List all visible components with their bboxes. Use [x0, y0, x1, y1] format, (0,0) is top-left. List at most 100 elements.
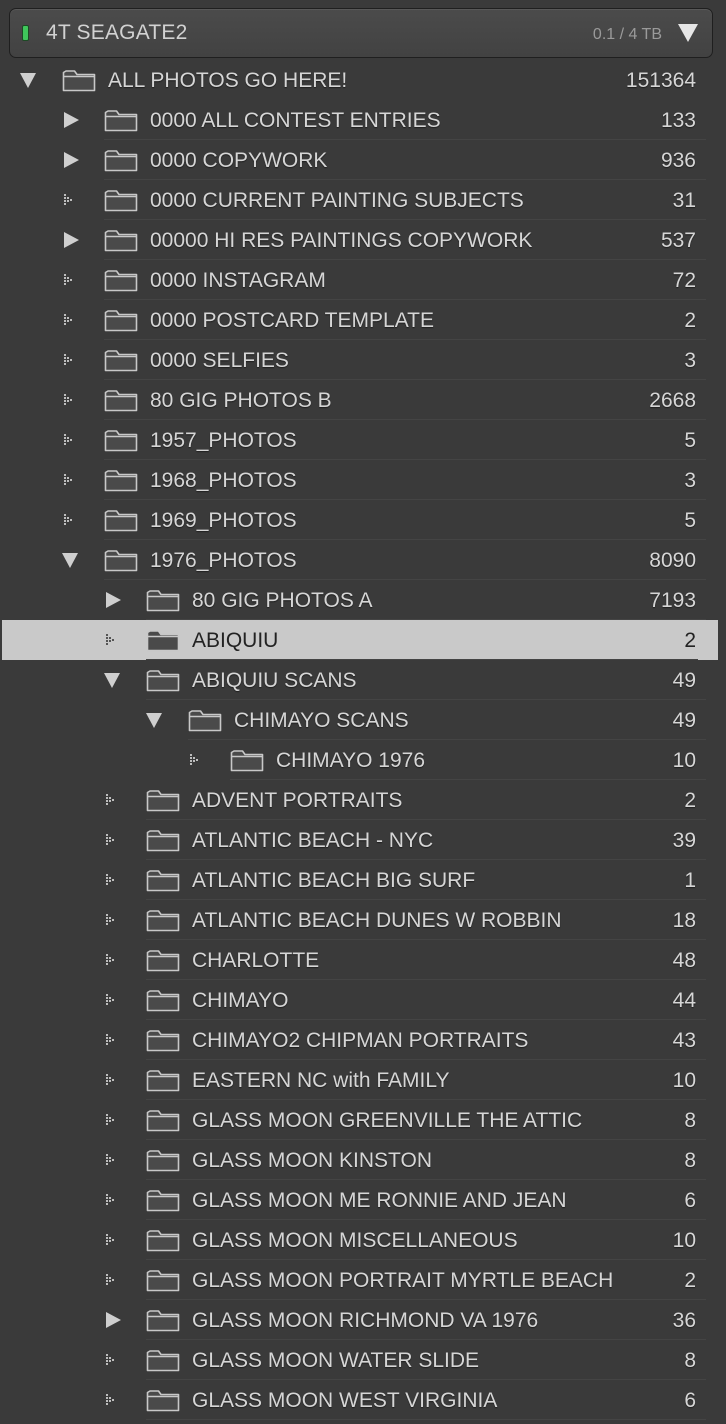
leaf-dots-icon[interactable]: [188, 752, 206, 768]
leaf-dots-icon[interactable]: [62, 312, 80, 328]
folder-row[interactable]: 1976_PHOTOS 8090: [0, 540, 726, 580]
leaf-dots-icon[interactable]: [104, 952, 122, 968]
folder-row[interactable]: GLASS MOON MISCELLANEOUS 10: [0, 1220, 726, 1260]
leaf-dots-icon[interactable]: [104, 1072, 122, 1088]
folder-row[interactable]: EASTERN NC with FAMILY 10: [0, 1060, 726, 1100]
folder-row[interactable]: 80 GIG PHOTOS B 2668: [0, 380, 726, 420]
folder-row[interactable]: 0000 CURRENT PAINTING SUBJECTS 31: [0, 180, 726, 220]
leaf-dots-icon[interactable]: [62, 472, 80, 488]
folder-icon: [146, 948, 180, 972]
folder-icon: [146, 1108, 180, 1132]
folder-icon: [104, 388, 138, 412]
folder-row[interactable]: 0000 POSTCARD TEMPLATE 2: [0, 300, 726, 340]
folder-photo-count: 43: [672, 1029, 696, 1052]
folder-icon: [146, 1268, 180, 1292]
leaf-dots-icon[interactable]: [104, 1272, 122, 1288]
folder-photo-count: 48: [672, 949, 696, 972]
leaf-dots-icon[interactable]: [104, 832, 122, 848]
folder-label: CHIMAYO SCANS: [234, 709, 409, 732]
folder-label: ATLANTIC BEACH DUNES W ROBBIN: [192, 909, 562, 932]
expand-triangle-down-icon[interactable]: [20, 72, 38, 88]
folder-row-selected[interactable]: ABIQUIU 2: [2, 620, 718, 660]
leaf-dots-icon[interactable]: [104, 992, 122, 1008]
folder-row[interactable]: CHIMAYO 1976 10: [0, 740, 726, 780]
folder-row[interactable]: 0000 ALL CONTEST ENTRIES 133: [0, 100, 726, 140]
folder-label: 1976_PHOTOS: [150, 549, 297, 572]
folder-label: ATLANTIC BEACH - NYC: [192, 829, 434, 852]
folder-row[interactable]: GLASS MOON WEST VIRGINIA 6: [0, 1380, 726, 1420]
leaf-dots-icon[interactable]: [104, 912, 122, 928]
folder-label: 0000 COPYWORK: [150, 149, 328, 172]
folder-photo-count: 133: [660, 109, 696, 132]
folder-label: 1969_PHOTOS: [150, 509, 297, 532]
folder-label: ALL PHOTOS GO HERE!: [108, 69, 348, 92]
expand-triangle-down-icon[interactable]: [146, 712, 164, 728]
expand-triangle-down-icon[interactable]: [62, 552, 80, 568]
leaf-dots-icon[interactable]: [104, 1232, 122, 1248]
collapse-triangle-right-icon[interactable]: [104, 1312, 122, 1328]
folder-row[interactable]: 00000 HI RES PAINTINGS COPYWORK 537: [0, 220, 726, 260]
folder-photo-count: 10: [672, 1069, 696, 1092]
leaf-dots-icon[interactable]: [62, 352, 80, 368]
folder-row[interactable]: 1968_PHOTOS 3: [0, 460, 726, 500]
folder-label: CHARLOTTE: [192, 949, 320, 972]
leaf-dots-icon[interactable]: [104, 792, 122, 808]
folder-row[interactable]: ABIQUIU SCANS 49: [0, 660, 726, 700]
folder-row[interactable]: GLASS MOON RICHMOND VA 1976 36: [0, 1300, 726, 1340]
folder-photo-count: 49: [672, 709, 696, 732]
folder-row[interactable]: 1969_PHOTOS 5: [0, 500, 726, 540]
leaf-dots-icon[interactable]: [62, 272, 80, 288]
folder-row[interactable]: ATLANTIC BEACH BIG SURF 1: [0, 860, 726, 900]
folder-row[interactable]: GLASS MOON KINSTON 8: [0, 1140, 726, 1180]
leaf-dots-icon[interactable]: [62, 512, 80, 528]
folder-photo-count: 2668: [649, 389, 696, 412]
folder-row[interactable]: GLASS MOON WATER SLIDE 8: [0, 1340, 726, 1380]
folder-row[interactable]: 80 GIG PHOTOS A 7193: [0, 580, 726, 620]
collapse-triangle-right-icon[interactable]: [62, 152, 80, 168]
folder-row[interactable]: GLASS MOON PORTRAIT MYRTLE BEACH 2: [0, 1260, 726, 1300]
folder-photo-count: 10: [672, 749, 696, 772]
folder-icon: [104, 228, 138, 252]
folder-row[interactable]: ATLANTIC BEACH DUNES W ROBBIN 18: [0, 900, 726, 940]
leaf-dots-icon[interactable]: [104, 1192, 122, 1208]
collapse-triangle-right-icon[interactable]: [104, 592, 122, 608]
folder-label: GLASS MOON RICHMOND VA 1976: [192, 1309, 539, 1332]
leaf-dots-icon[interactable]: [104, 1032, 122, 1048]
folder-label: 80 GIG PHOTOS A: [192, 589, 373, 612]
folder-row[interactable]: GLASS MOON ME RONNIE AND JEAN 6: [0, 1180, 726, 1220]
leaf-dots-icon[interactable]: [104, 1152, 122, 1168]
folder-row[interactable]: ALL PHOTOS GO HERE! 151364: [0, 60, 726, 100]
leaf-dots-icon[interactable]: [62, 392, 80, 408]
folder-label: 1968_PHOTOS: [150, 469, 297, 492]
folder-label: 80 GIG PHOTOS B: [150, 389, 332, 412]
collapse-triangle-right-icon[interactable]: [62, 112, 80, 128]
folder-row[interactable]: CHIMAYO 44: [0, 980, 726, 1020]
leaf-dots-icon[interactable]: [104, 872, 122, 888]
leaf-dots-icon[interactable]: [104, 1392, 122, 1408]
folder-photo-count: 31: [672, 189, 696, 212]
expand-triangle-down-icon[interactable]: [104, 672, 122, 688]
folder-icon: [146, 1308, 180, 1332]
folder-icon: [146, 868, 180, 892]
folder-row[interactable]: CHIMAYO2 CHIPMAN PORTRAITS 43: [0, 1020, 726, 1060]
leaf-dots-icon[interactable]: [104, 1112, 122, 1128]
folder-row[interactable]: CHIMAYO SCANS 49: [0, 700, 726, 740]
folder-icon: [104, 348, 138, 372]
leaf-dots-icon[interactable]: [62, 192, 80, 208]
volume-header[interactable]: 4T SEAGATE2 0.1 / 4 TB: [9, 8, 713, 58]
leaf-dots-icon[interactable]: [104, 1352, 122, 1368]
folder-row[interactable]: 0000 SELFIES 3: [0, 340, 726, 380]
collapse-triangle-right-icon[interactable]: [62, 232, 80, 248]
folder-row[interactable]: ADVENT PORTRAITS 2: [0, 780, 726, 820]
volume-dropdown-arrow-icon[interactable]: [678, 24, 698, 42]
folder-row[interactable]: ATLANTIC BEACH - NYC 39: [0, 820, 726, 860]
folder-row[interactable]: 1957_PHOTOS 5: [0, 420, 726, 460]
folder-row[interactable]: 0000 COPYWORK 936: [0, 140, 726, 180]
folder-row[interactable]: 0000 INSTAGRAM 72: [0, 260, 726, 300]
folder-photo-count: 3: [684, 469, 696, 492]
folder-row[interactable]: CHARLOTTE 48: [0, 940, 726, 980]
folder-row[interactable]: GLASS MOON GREENVILLE THE ATTIC 8: [0, 1100, 726, 1140]
folder-label: ABIQUIU: [192, 629, 279, 652]
leaf-dots-icon[interactable]: [104, 632, 122, 648]
leaf-dots-icon[interactable]: [62, 432, 80, 448]
